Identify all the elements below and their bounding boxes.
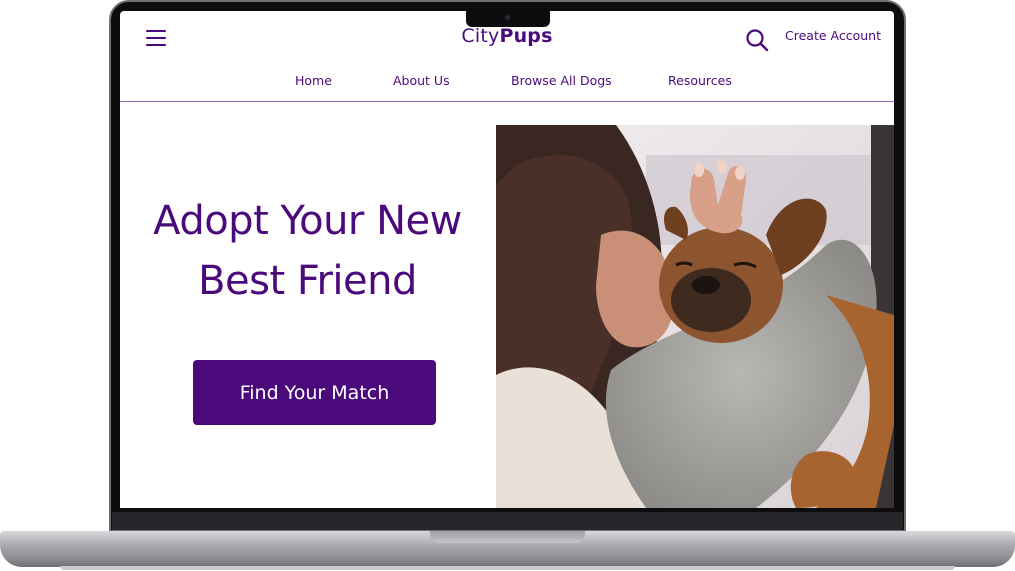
laptop-opening-lip <box>430 531 585 543</box>
website-screen: CityPups Create Account Home About Us Br… <box>120 11 894 508</box>
brand-prefix: City <box>461 25 500 47</box>
create-account-link[interactable]: Create Account <box>785 28 881 43</box>
hero-title-line-1: Adopt Your New <box>153 198 462 244</box>
hero-title-line-2: Best Friend <box>198 258 417 304</box>
brand-suffix: Pups <box>499 25 553 47</box>
laptop-shadow <box>60 566 955 570</box>
laptop-bottom-bezel <box>112 512 903 530</box>
brand-logo[interactable]: CityPups <box>120 25 894 47</box>
search-icon[interactable] <box>745 28 769 52</box>
main-nav: Home About Us Browse All Dogs Resources <box>120 73 894 91</box>
woman-hugging-dog-illustration <box>496 125 894 508</box>
hero-photo <box>496 125 894 508</box>
find-your-match-button[interactable]: Find Your Match <box>193 360 436 425</box>
nav-resources[interactable]: Resources <box>668 73 732 88</box>
nav-home[interactable]: Home <box>295 73 332 88</box>
nav-about-us[interactable]: About Us <box>393 73 450 88</box>
camera <box>505 15 510 20</box>
header-divider <box>120 101 894 102</box>
hero-title: Adopt Your New Best Friend <box>130 191 485 311</box>
nav-browse-all-dogs[interactable]: Browse All Dogs <box>511 73 612 88</box>
camera-notch <box>466 10 550 27</box>
